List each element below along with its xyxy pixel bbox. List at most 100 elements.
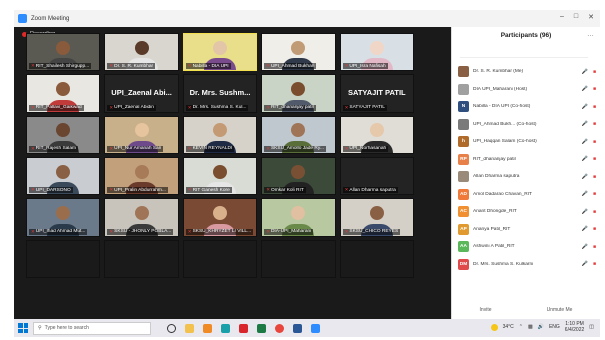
participant-row[interactable]: N Nabilla - DIA UPI (Co-host) 🎤 ■	[458, 98, 596, 116]
camera-off-icon: ■	[592, 208, 596, 215]
avatar	[458, 171, 469, 183]
video-tile[interactable]: ✕ Nabilla - DIA UPI	[182, 33, 258, 72]
avatar: N	[458, 101, 469, 113]
mic-muted-icon: ✕	[187, 104, 192, 110]
tray-up-icon[interactable]: ⌃	[519, 324, 523, 330]
participant-status-icons: 🎤 ■	[582, 261, 596, 267]
invite-button[interactable]: Invite	[480, 307, 492, 313]
video-tile[interactable]: ✕ UPI_Ihad Ahmad Mut...	[26, 198, 101, 237]
video-tile[interactable]: ✕ UPI_Pralin Abdurrahm...	[104, 156, 179, 196]
taskbar-search-input[interactable]: ⚲ Type here to search	[33, 321, 151, 335]
tile-name: RIT_dhananjay patil	[270, 105, 314, 111]
mic-muted-icon: ✕	[266, 63, 270, 69]
task-view-icon[interactable]	[167, 323, 176, 333]
participant-row[interactable]: AC Anant Dhongde_RIT 🎤 ■	[458, 203, 596, 221]
video-tile[interactable]: ✕ Dr. S. R. Kumbhar	[104, 33, 179, 72]
chrome-icon[interactable]	[275, 323, 284, 333]
tile-display-name: Dr. Mrs. Sushm...	[189, 87, 251, 97]
excel-icon[interactable]	[257, 323, 266, 333]
edge-icon[interactable]	[221, 323, 230, 333]
tile-name-label: ✕ SKSU_Amollo Jade Ry...	[264, 145, 326, 152]
video-tile[interactable]: ✕ KEVIN REYNALDI	[182, 115, 258, 154]
tile-name: UPI_Pralin Abdurrahm...	[114, 187, 166, 193]
video-tile[interactable]: ✕ SKSU_CHICO REYES	[339, 198, 414, 237]
video-tile[interactable]: ✕ UPI_Ahmad Bukhari	[261, 33, 336, 72]
video-tile[interactable]: ✕ DIA-UPI_Maharani	[261, 198, 336, 237]
mic-muted-icon: 🎤	[581, 173, 588, 180]
participant-row[interactable]: DM Dr. Mrs. Sushma S. Kulkarni 🎤 ■	[458, 256, 596, 274]
windows-start-icon[interactable]	[18, 323, 28, 333]
tile-name: Allan Dharma saputra	[349, 187, 396, 193]
tile-name-label: ✕ Allan Dharma saputra	[342, 187, 398, 194]
unmute-me-button[interactable]: Unmute Me	[547, 307, 573, 313]
minimize-icon[interactable]: –	[560, 13, 564, 21]
mic-muted-icon: ✕	[109, 104, 114, 110]
volume-icon[interactable]: 🔊	[538, 324, 544, 330]
tile-name: UPI_Zaenal Abidin	[114, 105, 154, 111]
video-tile[interactable]: ✕ UPI_Norhasanah	[339, 115, 414, 154]
maximize-icon[interactable]: □	[574, 13, 578, 21]
video-tile[interactable]: ✕ RIT_dhananjay patil	[261, 74, 336, 113]
video-tile[interactable]: ✕ SKSU_KHRYZET LI VILL...	[182, 198, 258, 237]
participant-status-icons: 🎤 ■	[582, 121, 596, 127]
video-tile[interactable]: ✕ SKSU_Amollo Jade Ry...	[261, 115, 336, 154]
participant-status-icons: 🎤 ■	[582, 69, 596, 75]
participant-status-icons: 🎤 ■	[582, 191, 596, 197]
participants-title: Participants (96)	[500, 32, 552, 39]
network-icon[interactable]: ▩	[528, 324, 533, 330]
tile-name-label: ✕ RIT_Shailesh Shirgupp...	[29, 63, 92, 70]
video-tile[interactable]: ✕ Allan Dharma saputra	[339, 156, 414, 196]
participant-name: UPI_Haqqan Salam (Co-host)	[473, 139, 537, 145]
video-tile[interactable]: ✕ Omkar Koli RIT	[261, 156, 336, 196]
avatar: AA	[458, 241, 469, 253]
avatar	[458, 83, 469, 95]
tile-name: SKSU_Amollo Jade Ry...	[270, 146, 324, 152]
participant-row[interactable]: AD Amol Dadarao Chavan_RIT 🎤 ■	[458, 186, 596, 204]
tile-display-name: UPI_Zaenal Abi...	[111, 87, 172, 97]
file-explorer-icon[interactable]	[185, 323, 194, 333]
video-tile[interactable]: ✕ UPI_Isra Nafisah	[339, 33, 414, 72]
mic-muted-icon: ✕	[31, 104, 35, 110]
video-tile[interactable]: ✕ UPI_Nur Amanah Sari	[104, 115, 179, 154]
participant-row[interactable]: UPI_Ahmad Bukh... (Co-host) 🎤 ■	[458, 116, 596, 134]
participant-status-icons: 🎤 ■	[582, 104, 596, 110]
panel-options-icon[interactable]: …	[587, 31, 594, 38]
tile-name-label: ✕ Nabilla - DIA UPI	[185, 63, 231, 70]
notification-icon[interactable]: ◫	[589, 324, 594, 330]
mic-muted-icon: 🎤	[581, 86, 588, 93]
participant-search-input[interactable]	[460, 49, 588, 58]
participant-row[interactable]: AP Ananya Patil_RIT 🎤 ■	[458, 221, 596, 239]
video-tile[interactable]: UPI_Zaenal Abi... ✕ UPI_Zaenal Abidin	[104, 74, 179, 113]
participant-row[interactable]: AA Ashwini A Patil_RIT 🎤 ■	[458, 238, 596, 256]
language-indicator[interactable]: ENG	[549, 324, 560, 330]
mic-muted-icon: ✕	[187, 228, 192, 234]
participant-row[interactable]: h UPI_Haqqan Salam (Co-host) 🎤 ■	[458, 133, 596, 151]
tile-name: UPI_Ahmad Bukhari	[270, 63, 315, 69]
word-icon[interactable]	[293, 323, 302, 333]
participant-row[interactable]: Allan Dharma saputra 🎤 ■	[458, 168, 596, 186]
participant-head	[56, 40, 71, 55]
tile-name-label: ✕ Dr. S. R. Kumbhar	[107, 63, 156, 70]
participant-row[interactable]: RP RIT_dhananjay patil 🎤 ■	[458, 151, 596, 169]
participant-row[interactable]: DIA UPI_Maharani (Host) 🎤 ■	[458, 81, 596, 99]
video-tile[interactable]: SATYAJIT PATIL ✕ SATYAJIT PATIL	[339, 74, 414, 113]
vlc-icon[interactable]	[203, 323, 212, 333]
participant-name: RIT_dhananjay patil	[473, 156, 516, 162]
close-icon[interactable]: ✕	[588, 13, 594, 21]
video-tile[interactable]: ✕ SKSU - JHONLY POBLA...	[104, 198, 179, 237]
zoom-app-icon[interactable]	[311, 323, 320, 333]
video-tile[interactable]: ✕ RIT_Rajesh Salam	[26, 115, 101, 154]
video-tile[interactable]: ✕ UPI_DARSONO	[26, 156, 101, 196]
mic-muted-icon: 🎤	[581, 68, 588, 75]
participant-name: Ashwini A Patil_RIT	[473, 244, 515, 250]
pdf-reader-icon[interactable]	[239, 323, 248, 333]
window-titlebar: Zoom Meeting – □ ✕	[14, 10, 600, 27]
participant-head	[212, 164, 227, 179]
clock[interactable]: 1:10 PM 6/4/2022	[565, 321, 584, 333]
video-tile[interactable]: ✕ RIT Ganesh Kore	[182, 156, 258, 196]
video-tile[interactable]: Dr. Mrs. Sushm... ✕ Dr. Mrs. Sushma S. Kul…	[182, 74, 258, 113]
participant-row[interactable]: Dr. S. R. Kumbhar (Me) 🎤 ■	[458, 63, 596, 81]
video-tile[interactable]: ✕ RIT_Shailesh Shirgupp...	[26, 33, 101, 72]
video-tile[interactable]: ✕ RIT_Pallavi_Gaikwad	[26, 74, 101, 113]
participant-name: Allan Dharma saputra	[473, 174, 520, 180]
